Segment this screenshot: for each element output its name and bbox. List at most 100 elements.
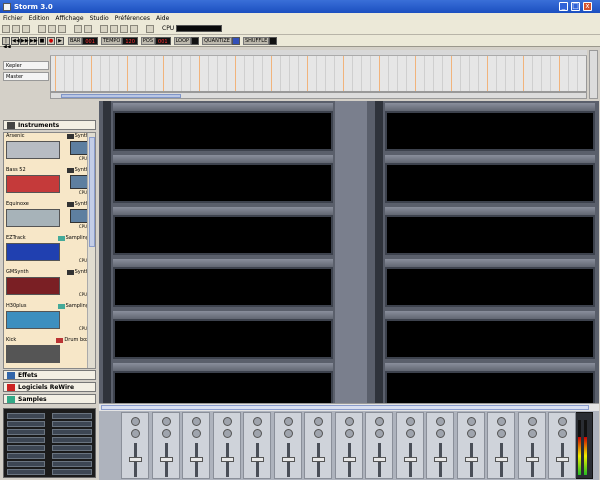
category-samples[interactable]: Samples — [3, 394, 96, 404]
pan-knob[interactable] — [161, 417, 171, 426]
send-knob[interactable] — [283, 429, 293, 438]
fader-handle[interactable] — [464, 457, 478, 462]
send-knob[interactable] — [344, 429, 354, 438]
fader-handle[interactable] — [281, 457, 295, 462]
rack-slot-empty[interactable] — [385, 111, 595, 151]
open-folder-icon[interactable] — [12, 24, 20, 33]
tracks-vertical-scrollbar[interactable] — [589, 50, 598, 99]
hand-icon[interactable] — [146, 24, 154, 33]
rack-slot-empty[interactable] — [113, 319, 333, 359]
rack-overview[interactable] — [3, 408, 96, 478]
menu-affichage[interactable]: Affichage — [55, 15, 83, 22]
send-knob[interactable] — [436, 429, 445, 438]
fader-handle[interactable] — [403, 457, 417, 462]
minimize-button[interactable]: _ — [559, 2, 568, 11]
fader-handle[interactable] — [312, 457, 325, 462]
close-button[interactable]: x — [583, 2, 592, 11]
pan-knob[interactable] — [405, 417, 415, 426]
new-file-icon[interactable] — [2, 24, 10, 33]
rack-view-icon[interactable] — [100, 24, 108, 33]
send-knob[interactable] — [375, 429, 384, 438]
category-effects[interactable]: Effets — [3, 370, 96, 380]
menu-fichier[interactable]: Fichier — [3, 15, 23, 22]
mixer-view-icon[interactable] — [110, 24, 118, 33]
rack-slot-empty[interactable] — [113, 215, 333, 255]
scrollbar-thumb[interactable] — [61, 94, 181, 98]
pan-knob[interactable] — [375, 417, 384, 426]
rack-slot-empty[interactable] — [113, 267, 333, 307]
list-item-arsenic[interactable]: Arsenic Synth CPU — [5, 133, 89, 171]
save-icon[interactable] — [22, 24, 30, 33]
paste-icon[interactable] — [58, 24, 66, 33]
category-instruments[interactable]: Instruments — [3, 120, 96, 130]
fader-handle[interactable] — [129, 457, 142, 462]
send-knob[interactable] — [314, 429, 323, 438]
track-name-master[interactable]: Master — [3, 72, 49, 81]
menu-preferences[interactable]: Préférences — [115, 15, 150, 22]
pan-knob[interactable] — [222, 417, 232, 426]
send-knob[interactable] — [161, 429, 171, 438]
send-knob[interactable] — [131, 429, 140, 438]
redo-icon[interactable] — [84, 24, 92, 33]
rewind-button[interactable]: ◀◀ — [11, 36, 20, 45]
menu-studio[interactable]: Studio — [90, 15, 109, 22]
list-item-kick[interactable]: Kick Drum box — [5, 337, 89, 368]
list-item-gmsynth[interactable]: GMSynth Synth CPU — [5, 269, 89, 307]
pan-knob[interactable] — [436, 417, 445, 426]
fader-handle[interactable] — [495, 457, 508, 462]
play-button[interactable]: ▶ — [56, 36, 64, 45]
rewind-start-button[interactable]: |◀◀ — [2, 36, 11, 50]
scrollbar-thumb[interactable] — [101, 405, 589, 410]
rack-slot-empty[interactable] — [385, 371, 595, 403]
pan-knob[interactable] — [283, 417, 293, 426]
scrollbar-thumb[interactable] — [89, 137, 95, 247]
cut-icon[interactable] — [38, 24, 46, 33]
send-knob[interactable] — [253, 429, 262, 438]
pan-knob[interactable] — [527, 417, 537, 426]
fader-handle[interactable] — [251, 457, 264, 462]
loop-box[interactable]: LOOP — [173, 36, 200, 45]
stop-button[interactable]: ■ — [38, 36, 46, 45]
pan-knob[interactable] — [344, 417, 354, 426]
send-knob[interactable] — [497, 429, 506, 438]
rack-slot-empty[interactable] — [113, 111, 333, 151]
send-knob[interactable] — [527, 429, 537, 438]
fader-handle[interactable] — [373, 457, 386, 462]
send-knob[interactable] — [405, 429, 415, 438]
rack-slot-empty[interactable] — [113, 163, 333, 203]
menu-edition[interactable]: Edition — [29, 15, 50, 22]
send-knob[interactable] — [192, 429, 201, 438]
pan-knob[interactable] — [192, 417, 201, 426]
forward-end-button[interactable]: ▶▶| — [29, 36, 39, 45]
send-knob[interactable] — [558, 429, 567, 438]
rack-slot-empty[interactable] — [385, 163, 595, 203]
pan-knob[interactable] — [558, 417, 567, 426]
mixer-scrollbar[interactable] — [99, 403, 599, 411]
timeline-ruler[interactable] — [50, 50, 587, 56]
category-rewire[interactable]: Logiciels ReWire — [3, 382, 96, 392]
timeline-scrollbar[interactable] — [50, 92, 587, 99]
fader-handle[interactable] — [556, 457, 569, 462]
fader-handle[interactable] — [342, 457, 356, 462]
send-knob[interactable] — [466, 429, 476, 438]
settings-icon[interactable] — [120, 24, 128, 33]
forward-button[interactable]: ▶▶ — [20, 36, 29, 45]
fader-handle[interactable] — [525, 457, 539, 462]
position-box[interactable]: POS 001 — [140, 36, 171, 45]
fader-handle[interactable] — [190, 457, 203, 462]
pan-knob[interactable] — [253, 417, 262, 426]
bar-box[interactable]: BAR 001 — [68, 36, 98, 45]
list-item-bass52[interactable]: Bass 52 Synth CPU — [5, 167, 89, 205]
rack-slot-empty[interactable] — [385, 267, 595, 307]
list-item-eztrack[interactable]: EZTrack Sampling CPU — [5, 235, 89, 273]
timeline-grid[interactable] — [50, 50, 587, 92]
record-button[interactable]: ● — [47, 36, 55, 45]
undo-icon[interactable] — [74, 24, 82, 33]
track-name-kepler[interactable]: Kepler — [3, 61, 49, 70]
menu-aide[interactable]: Aide — [156, 15, 169, 22]
fader-handle[interactable] — [434, 457, 447, 462]
instrument-list-scrollbar[interactable] — [87, 133, 95, 368]
fader-handle[interactable] — [220, 457, 234, 462]
fader-handle[interactable] — [159, 457, 173, 462]
list-item-equinoxe[interactable]: Equinoxe Synth CPU — [5, 201, 89, 239]
